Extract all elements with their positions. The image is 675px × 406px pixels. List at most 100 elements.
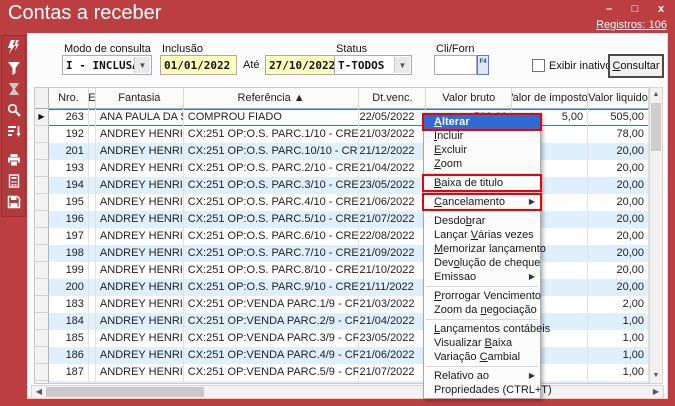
cell-nro: 199 <box>49 262 89 279</box>
column-header-Valor liquido[interactable]: Valor liquido <box>588 88 649 108</box>
menu-item-zoom[interactable]: Zoom <box>424 157 540 171</box>
table-row[interactable]: 199ANDREY HENRIQUECX:251 OP:O.S. PARC.8/… <box>35 262 649 279</box>
menu-item-excluir[interactable]: Excluir <box>424 143 540 157</box>
scroll-down-icon[interactable]: ▼ <box>650 369 662 383</box>
table-row[interactable]: 183ANDREY HENRIQUECX:251 OP:VENDA PARC.1… <box>35 296 649 313</box>
menu-item-memorizar-lan-amento[interactable]: Memorizar lançamento <box>424 242 540 256</box>
cell-dtvenc: 21/04/2022 <box>359 160 426 177</box>
cell-liquido: 78,00 <box>588 126 649 143</box>
vertical-scrollbar[interactable]: ▲ ▼ <box>649 87 663 384</box>
cell-nro: 196 <box>49 211 89 228</box>
modo-de-consulta-select[interactable]: I - INCLUSÃO ▼ <box>62 55 152 75</box>
menu-item-alterar[interactable]: Alterar <box>424 115 540 129</box>
chevron-down-icon[interactable]: ▼ <box>394 57 410 73</box>
table-row[interactable]: 193ANDREY HENRIQUECX:251 OP:O.S. PARC.2/… <box>35 160 649 177</box>
column-header-Referência[interactable]: Referência ▲ <box>184 88 360 108</box>
status-select[interactable]: T-TODOS ▼ <box>334 55 412 75</box>
cell-nro: 183 <box>49 296 89 313</box>
vscroll-thumb[interactable] <box>651 103 661 151</box>
close-button[interactable]: x <box>653 2 669 16</box>
menu-item-cancelamento[interactable]: Cancelamento▶ <box>424 195 540 209</box>
menu-item-prorrogar-vencimento[interactable]: Prorrogar Vencimento <box>424 289 540 303</box>
cell-referencia: CX:251 OP:VENDA PARC.5/9 - CREDIARIO <box>184 364 360 381</box>
cell-referencia: CX:251 OP:VENDA PARC.6/9 - CREDIARIO <box>184 381 360 383</box>
cell-liquido: 20,00 <box>588 160 649 177</box>
sort-icon[interactable] <box>2 120 25 141</box>
column-header-selector <box>35 88 49 108</box>
menu-item-lan-ar-v-rias-vezes[interactable]: Lançar Várias vezes <box>424 228 540 242</box>
inclusao-date-input[interactable]: 01/01/2022 <box>160 55 237 75</box>
menu-item-emissao[interactable]: Emissao▶ <box>424 270 540 284</box>
minimize-button[interactable]: – <box>601 2 617 16</box>
column-header-Dt.venc.[interactable]: Dt.venc. <box>359 88 426 108</box>
column-header-E[interactable]: E <box>89 88 96 108</box>
refresh-icon[interactable] <box>2 36 25 57</box>
save-icon[interactable] <box>2 191 25 212</box>
column-header-Nro.[interactable]: Nro. <box>49 88 89 108</box>
exibir-inativos-checkbox[interactable] <box>532 59 545 72</box>
cell-nro: 200 <box>49 279 89 296</box>
report-icon[interactable] <box>2 170 25 191</box>
hourglass-icon[interactable] <box>2 78 25 99</box>
menu-item-baixa-de-titulo[interactable]: Baixa de titulo <box>424 176 540 190</box>
cell-referencia: CX:251 OP:O.S. PARC.4/10 - CREDIARIO <box>184 194 360 211</box>
registros-link[interactable]: Registros: 106 <box>596 19 667 31</box>
horizontal-scrollbar[interactable]: ◀ ▶ <box>31 385 664 399</box>
column-header-Valor de impostos[interactable]: Valor de impostos <box>512 88 588 108</box>
row-selector-cell <box>35 228 49 245</box>
menu-item-lan-amentos-cont-beis[interactable]: Lançamentos contábeis <box>424 322 540 336</box>
table-row[interactable]: 187ANDREY HENRIQUECX:251 OP:VENDA PARC.5… <box>35 364 649 381</box>
menu-item-varia-o-cambial[interactable]: Variação Cambial <box>424 350 540 364</box>
table-row[interactable]: 198ANDREY HENRIQUECX:251 OP:O.S. PARC.7/… <box>35 245 649 262</box>
menu-item-zoom-da-negocia-o[interactable]: Zoom da negociação <box>424 303 540 317</box>
table-row[interactable]: 186ANDREY HENRIQUECX:251 OP:VENDA PARC.4… <box>35 347 649 364</box>
row-selector-cell <box>35 194 49 211</box>
cell-liquido: 505,00 <box>588 109 649 126</box>
table-row[interactable]: 188ANDREY HENRIQUECX:251 OP:VENDA PARC.6… <box>35 381 649 383</box>
cliforn-input[interactable] <box>434 55 477 75</box>
menu-item-devolu-o-de-cheque[interactable]: Devolução de cheque <box>424 256 540 270</box>
table-row[interactable]: ▶263ANA PAULA DA SILVO ACOMPROU FIADO22/… <box>35 109 649 126</box>
cell-referencia: CX:251 OP:VENDA PARC.4/9 - CREDIARIO <box>184 347 360 364</box>
menu-item-propriedades-ctrl-t-[interactable]: Propriedades (CTRL+T) <box>424 383 540 397</box>
scroll-right-icon[interactable]: ▶ <box>649 386 663 398</box>
window-controls: – □ x <box>601 2 669 16</box>
maximize-button[interactable]: □ <box>627 2 643 16</box>
table-row[interactable]: 194ANDREY HENRIQUECX:251 OP:O.S. PARC.3/… <box>35 177 649 194</box>
grid-rows: ▶263ANA PAULA DA SILVO ACOMPROU FIADO22/… <box>35 109 649 383</box>
table-row[interactable]: 192ANDREY HENRIQUECX:251 OP:O.S. PARC.1/… <box>35 126 649 143</box>
consultar-button[interactable]: Consultar <box>608 54 664 78</box>
scroll-up-icon[interactable]: ▲ <box>650 88 662 102</box>
table-row[interactable]: 197ANDREY HENRIQUECX:251 OP:O.S. PARC.6/… <box>35 228 649 245</box>
f4-lookup-button[interactable]: F4 <box>477 55 489 75</box>
filter-icon[interactable] <box>2 57 25 78</box>
table-row[interactable]: 200ANDREY HENRIQUECX:251 OP:O.S. PARC.9/… <box>35 279 649 296</box>
table-row[interactable]: 196ANDREY HENRIQUECX:251 OP:O.S. PARC.5/… <box>35 211 649 228</box>
zoom-icon[interactable] <box>2 99 25 120</box>
hscroll-thumb[interactable] <box>46 387 204 397</box>
submenu-arrow-icon: ▶ <box>529 270 535 284</box>
scroll-left-icon[interactable]: ◀ <box>32 386 46 398</box>
menu-item-visualizar-baixa[interactable]: Visualizar Baixa <box>424 336 540 350</box>
menu-item-relativo-ao[interactable]: Relativo ao▶ <box>424 369 540 383</box>
table-row[interactable]: 184ANDREY HENRIQUECX:251 OP:VENDA PARC.2… <box>35 313 649 330</box>
menu-item-incluir[interactable]: Incluir <box>424 129 540 143</box>
chevron-down-icon[interactable]: ▼ <box>134 57 150 73</box>
column-header-Valor bruto[interactable]: Valor bruto <box>426 88 512 108</box>
cell-referencia: CX:251 OP:VENDA PARC.2/9 - CREDIARIO <box>184 313 360 330</box>
ate-date-input[interactable]: 27/10/2022 <box>265 55 342 75</box>
cell-dtvenc: 22/08/2022 <box>359 228 426 245</box>
column-header-Fantasia[interactable]: Fantasia <box>96 88 184 108</box>
menu-item-desdobrar[interactable]: Desdobrar <box>424 214 540 228</box>
cell-fantasia: ANDREY HENRIQUE <box>96 279 184 296</box>
cell- <box>89 296 96 313</box>
table-row[interactable]: 201ANDREY HENRIQUECX:251 OP:O.S. PARC.10… <box>35 143 649 160</box>
row-selector-cell <box>35 177 49 194</box>
table-row[interactable]: 195ANDREY HENRIQUECX:251 OP:O.S. PARC.4/… <box>35 194 649 211</box>
print-icon[interactable] <box>2 149 25 170</box>
table-row[interactable]: 185ANDREY HENRIQUECX:251 OP:VENDA PARC.3… <box>35 330 649 347</box>
cell-dtvenc: 21/04/2022 <box>359 313 426 330</box>
cell-fantasia: ANDREY HENRIQUE <box>96 143 184 160</box>
titlebar: Contas a receber – □ x Registros: 106 <box>0 0 675 33</box>
cell-liquido: 1,00 <box>588 330 649 347</box>
